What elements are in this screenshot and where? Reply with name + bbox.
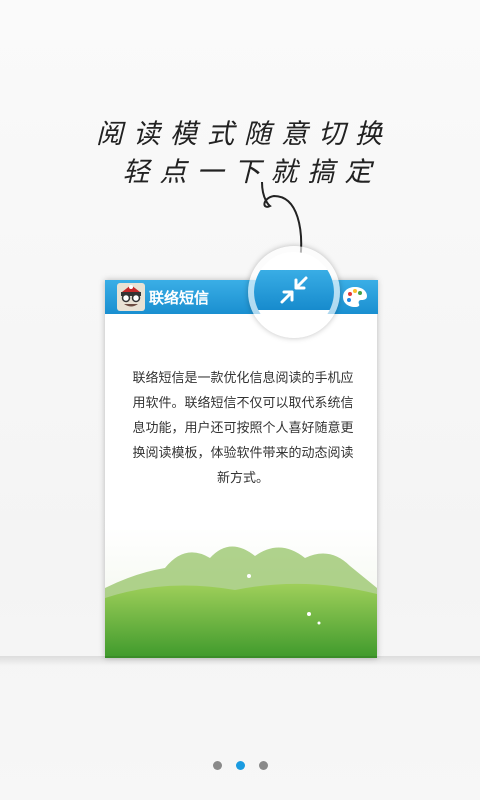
shelf-shadow [0, 656, 480, 666]
collapse-arrows-icon [280, 276, 308, 304]
card-title: 联络短信 [149, 289, 210, 307]
grass-illustration [105, 528, 377, 658]
page-dot-2[interactable] [235, 761, 245, 770]
page-indicator [0, 755, 480, 770]
card-description: 联络短信是一款优化信息阅读的手机应用软件。联络短信不仅可以取代系统信息功能，用户… [132, 371, 354, 486]
mode-switch-magnifier[interactable] [248, 246, 340, 338]
page-dot-3[interactable] [258, 761, 268, 770]
cartoon-face-icon [117, 283, 145, 311]
handwritten-line-1: 阅读模式随意切换 [96, 119, 392, 150]
handwritten-line-2: 轻点一下就搞定 [122, 157, 382, 188]
theme-button[interactable] [334, 280, 378, 314]
palette-icon [343, 287, 367, 307]
page-dot-1[interactable] [212, 761, 222, 770]
preview-card: 联络短信 联络短信是一款优化信息阅读的手机应用软件。联络短信不仅可以取代系统信息… [105, 280, 377, 658]
guide-screen: 阅读模式随意切换 轻点一下就搞定 联络短信 联络短信是一款优化信息阅读的手机应用… [0, 0, 480, 800]
magnifier-lens [254, 252, 334, 332]
